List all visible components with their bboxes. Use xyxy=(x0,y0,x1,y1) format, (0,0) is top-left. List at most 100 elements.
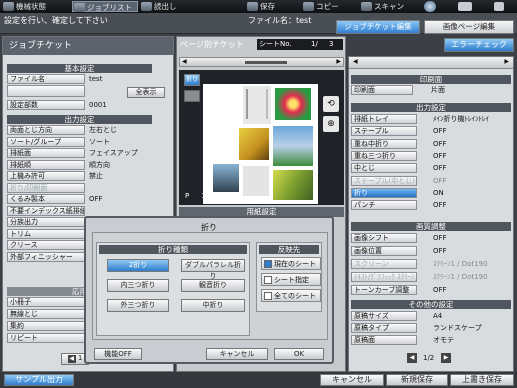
zoom-icon[interactable]: ⊕ xyxy=(323,116,339,132)
output-setting-3[interactable]: 排紙順 xyxy=(7,159,85,170)
target-label-0: 現在のシート xyxy=(274,260,316,268)
fold-type-2[interactable]: 内三つ折り xyxy=(107,279,169,292)
output-setting-6[interactable]: くるみ製本 xyxy=(7,194,85,204)
output-setting-4[interactable]: 上機み許可 xyxy=(7,171,85,181)
menu-scan[interactable]: スキャン xyxy=(360,1,414,12)
output_rows-item-2[interactable]: 重ね中折り xyxy=(351,138,417,149)
menu-machine-status[interactable]: 機械状態 xyxy=(2,1,54,12)
apply-target-options: 現在のシート シート指定全てのシート xyxy=(259,257,321,311)
show-all-button[interactable]: 全表示 xyxy=(127,87,165,98)
right-scroll-left-icon[interactable]: ◀ xyxy=(353,58,358,65)
output_rows-item-7[interactable]: パンチ xyxy=(351,200,417,211)
other-settings-list: 原稿サイズ A4 原稿タイプ ランドスケープ 原稿面 オモテ xyxy=(351,311,513,347)
scroll-thumb[interactable] xyxy=(245,61,287,64)
output-setting-1[interactable]: ソート/グループ xyxy=(7,136,85,147)
target-option-2[interactable]: 全てのシート xyxy=(261,289,321,302)
right-scrollbar[interactable]: ◀ ▶ xyxy=(349,57,513,69)
apply-settings-list: 小冊子無線とじ集約リピート xyxy=(7,297,87,347)
scroll-left-icon[interactable]: ◀ xyxy=(182,58,187,65)
target-option-0[interactable]: 現在のシート xyxy=(261,257,321,270)
output_rows-item-6[interactable]: 折り xyxy=(351,187,417,198)
output_rows-item-1[interactable]: ステープル xyxy=(351,126,417,137)
rotate-icon[interactable]: ⟲ xyxy=(323,96,339,112)
sheet-number-field[interactable]: シートNo. 1/ 3 xyxy=(257,39,343,50)
output-setting-7[interactable]: 不要インデックス紙排紙 xyxy=(7,205,85,216)
machine-icon xyxy=(3,2,14,11)
overwrite-save-button[interactable]: 上書き保存 xyxy=(450,374,514,386)
output-setting-9[interactable]: トリム xyxy=(7,228,85,239)
image_rows-item-0[interactable]: 画像シフト xyxy=(351,233,417,243)
output_rows-item-3[interactable]: 重ね三つ折り xyxy=(351,150,417,161)
output_rows-value-7: OFF xyxy=(433,201,447,210)
filename-button[interactable]: ファイル名 xyxy=(7,74,85,84)
output-setting-2[interactable]: 排紙面 xyxy=(7,148,85,158)
target-option-1[interactable]: シート指定 xyxy=(261,273,321,286)
tab-image-page-edit[interactable]: 画像ページ編集 xyxy=(424,20,514,34)
apply-setting-3[interactable]: リピート xyxy=(7,333,85,343)
globe-icon[interactable] xyxy=(424,1,436,12)
image_rows-value-4: OFF xyxy=(433,286,447,294)
thumb-text-block xyxy=(243,86,271,124)
menu-save[interactable]: 保存 xyxy=(246,1,286,12)
fold-type-group: 折り種類 2折り ダブルパラレル折り 内三つ折り 観音折り 外三つ折り 中折り xyxy=(96,242,250,336)
filename-display: ファイル名：test xyxy=(248,16,312,25)
output_rows-item-4[interactable]: 中とじ xyxy=(351,163,417,174)
target-radio-icon xyxy=(264,260,272,268)
output_rows-item-0[interactable]: 排紙トレイ xyxy=(351,114,417,124)
output-setting-0[interactable]: 両面とじ方向 xyxy=(7,125,85,135)
page-thumbnail xyxy=(203,84,318,204)
sample-output-button[interactable]: サンプル出力 xyxy=(4,374,74,386)
panel-title: ジョブチケット xyxy=(3,37,173,55)
fold-type-1[interactable]: ダブルパラレル折り xyxy=(181,259,245,280)
apply-setting-0[interactable]: 小冊子 xyxy=(7,297,85,307)
help-icon[interactable] xyxy=(494,2,504,11)
page-prev-icon[interactable]: ◀ xyxy=(407,353,417,363)
image_rows-item-1[interactable]: 画像位置 xyxy=(351,246,417,256)
menu-read[interactable]: 読出し xyxy=(140,1,188,12)
fold-type-0[interactable]: 2折り xyxy=(107,259,169,272)
save-icon xyxy=(247,2,258,11)
output-setting-5[interactable]: 折り/印刷面 xyxy=(7,182,85,193)
image_rows-item-2[interactable]: スクリーン xyxy=(351,259,417,269)
menu-job-list[interactable]: ジョブリスト xyxy=(72,1,138,12)
print-side-value: 片面 xyxy=(431,86,445,94)
page-next-icon[interactable]: ▶ xyxy=(441,353,451,363)
output-setting-8[interactable]: 分族出力 xyxy=(7,217,85,227)
other_rows-item-1[interactable]: 原稿タイプ xyxy=(351,323,417,333)
preview-scrollbar[interactable]: ◀ ▶ xyxy=(179,57,344,67)
copies-button[interactable]: 設定部数 xyxy=(7,100,85,110)
image_rows-item-3[interactable]: ﾃｷｽﾄ/ｸﾞﾗﾌｨｯｸ ｽｸﾘｰﾝ xyxy=(351,272,417,282)
print-side-button[interactable]: 印刷面 xyxy=(351,85,413,95)
right-scroll-right-icon[interactable]: ▶ xyxy=(504,58,509,65)
keyboard-icon[interactable] xyxy=(458,2,472,11)
fold-type-header: 折り種類 xyxy=(99,245,247,254)
filename-blank-row xyxy=(7,85,85,97)
other_rows-item-2[interactable]: 原稿面 xyxy=(351,335,417,345)
cancel-button[interactable]: キャンセル xyxy=(320,374,384,386)
thumb-image-5 xyxy=(273,170,313,200)
output_rows-item-5[interactable]: ステープル(中とじ) xyxy=(351,175,417,186)
image_rows-item-4[interactable]: トーンカーブ調整 xyxy=(351,285,417,295)
fold-type-3[interactable]: 観音折り xyxy=(181,279,245,292)
apply-setting-1[interactable]: 無線とじ xyxy=(7,309,85,319)
new-save-button[interactable]: 新規保存 xyxy=(386,374,448,386)
output-value-4: 禁止 xyxy=(89,172,103,180)
thumb-image-4 xyxy=(213,164,239,192)
scan-icon xyxy=(361,2,372,11)
dialog-ok-button[interactable]: OK xyxy=(274,348,324,360)
right-page-indicator: 1/2 xyxy=(423,354,435,362)
menu-copy[interactable]: コピー xyxy=(302,1,348,12)
fold-type-5[interactable]: 中折り xyxy=(181,299,245,312)
tab-job-ticket-edit[interactable]: ジョブチケット編集 xyxy=(336,20,420,34)
scroll-right-icon[interactable]: ▶ xyxy=(336,58,341,65)
output-setting-10[interactable]: クリース xyxy=(7,240,85,250)
target-label-1: シート指定 xyxy=(274,276,309,284)
other_rows-item-0[interactable]: 原稿サイズ xyxy=(351,311,417,321)
fold-type-4[interactable]: 外三つ折り xyxy=(107,299,169,312)
error-check-button[interactable]: エラーチェック xyxy=(444,38,514,52)
output-setting-11[interactable]: 外部フィニッシャー xyxy=(7,251,85,262)
function-off-button[interactable]: 機能OFF xyxy=(94,348,142,360)
dialog-cancel-button[interactable]: キャンセル xyxy=(206,348,268,360)
apply-setting-2[interactable]: 集約 xyxy=(7,321,85,331)
other_rows-value-2: オモテ xyxy=(433,336,454,344)
